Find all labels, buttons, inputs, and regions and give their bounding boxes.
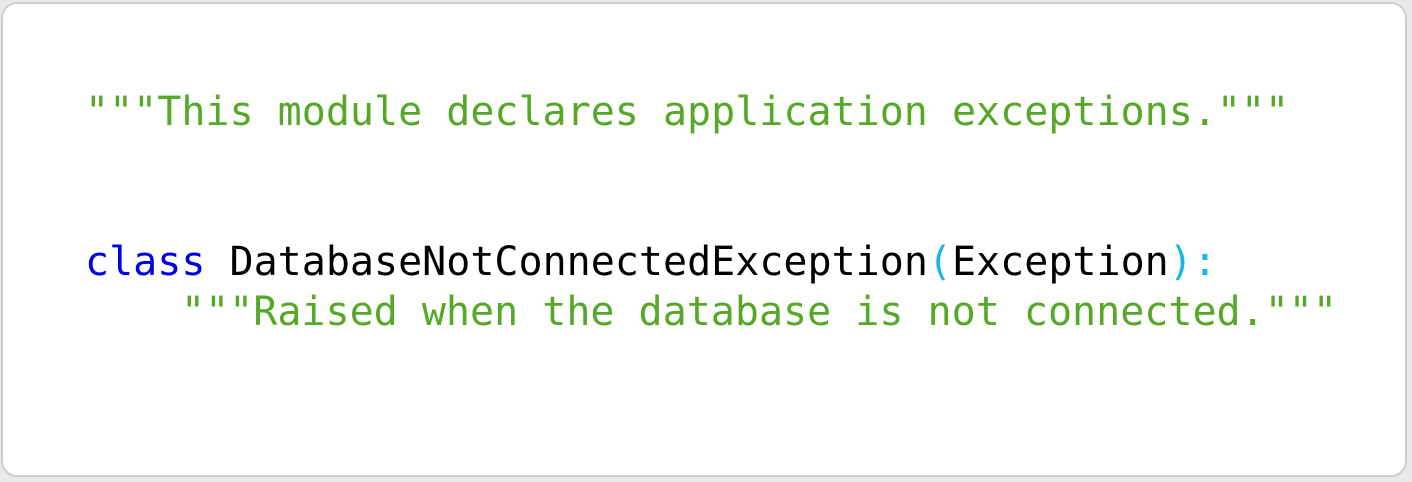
code-block: """This module declares application exce… xyxy=(85,87,1337,337)
open-paren: ( xyxy=(927,239,952,285)
module-docstring: """This module declares application exce… xyxy=(85,89,1290,135)
class-name: DatabaseNotConnectedException xyxy=(229,239,928,285)
code-line-class-definition: class DatabaseNotConnectedException(Exce… xyxy=(85,237,1337,287)
close-paren-colon: ): xyxy=(1168,239,1217,285)
class-keyword: class xyxy=(85,239,206,285)
base-class-name: Exception xyxy=(952,239,1169,285)
code-snippet-card: """This module declares application exce… xyxy=(1,2,1407,477)
code-line-module-docstring: """This module declares application exce… xyxy=(85,87,1337,137)
class-docstring: """Raised when the database is not conne… xyxy=(181,289,1337,335)
code-line-class-docstring: """Raised when the database is not conne… xyxy=(85,287,1337,337)
